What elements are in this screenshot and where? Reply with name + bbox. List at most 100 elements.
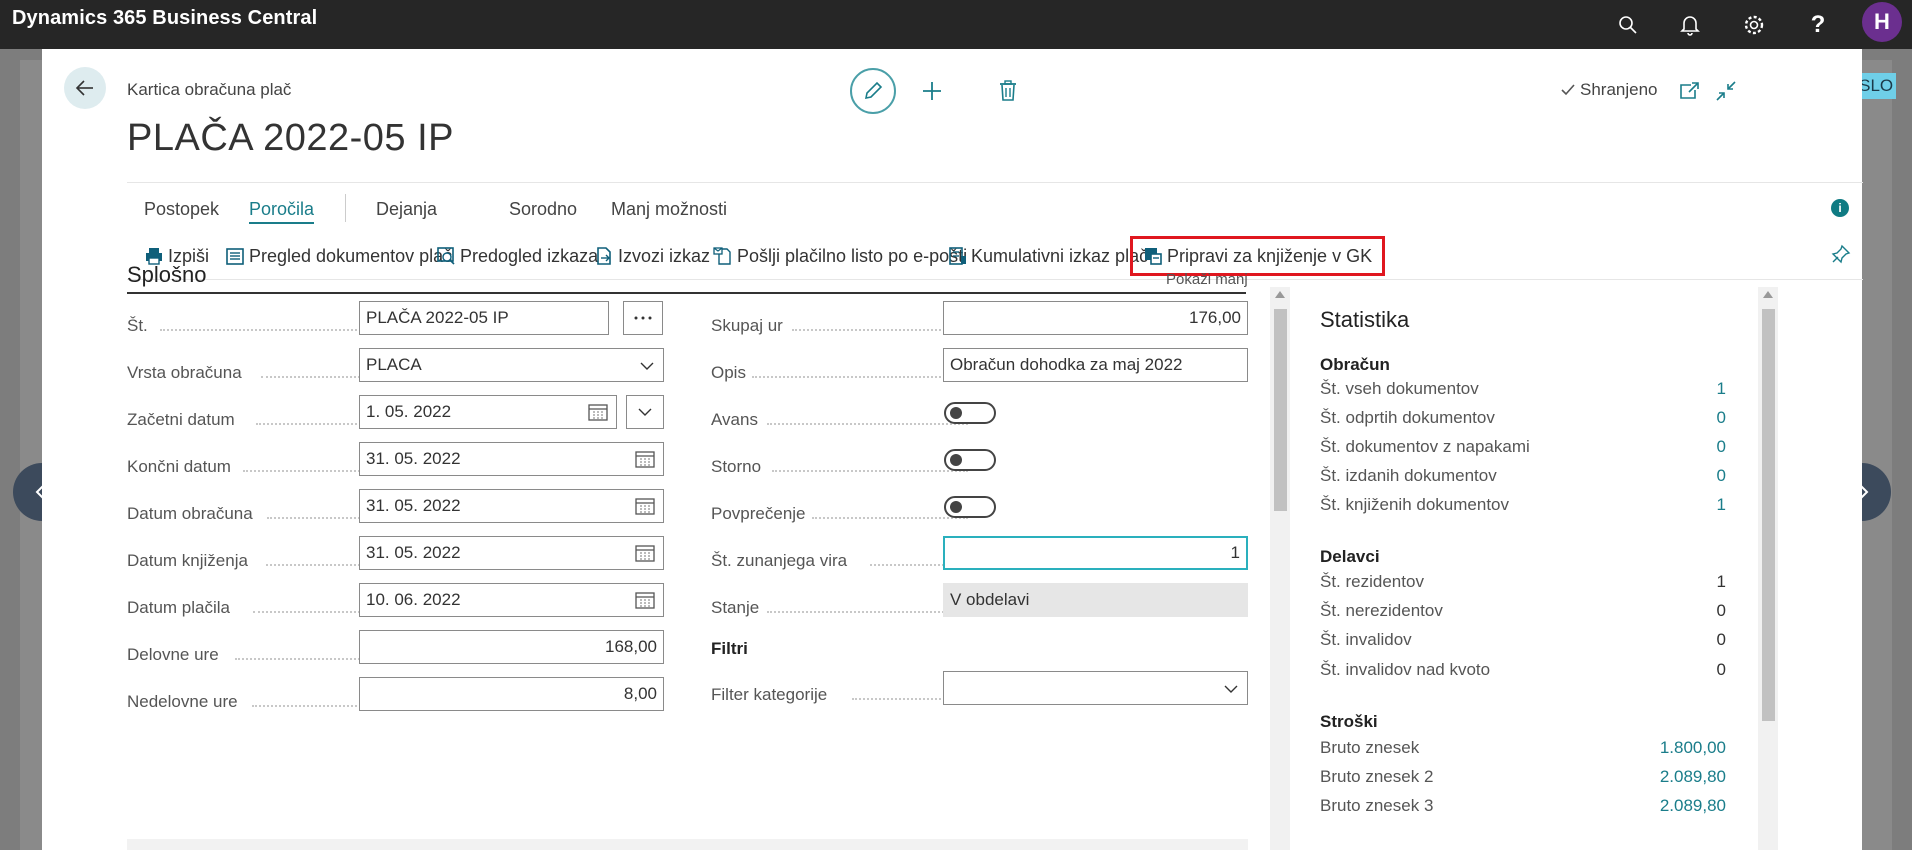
document-list-icon	[226, 248, 244, 265]
toggle-avans[interactable]	[944, 402, 996, 424]
email-icon	[713, 247, 731, 265]
report-icon	[949, 247, 966, 265]
payroll-documents-action[interactable]: Pregled dokumentov plač	[225, 240, 452, 272]
calendar-icon[interactable]	[588, 403, 608, 421]
info-icon[interactable]: i	[1831, 199, 1849, 217]
toggle-povprecenje[interactable]	[944, 496, 996, 518]
menu-postopek[interactable]: Postopek	[144, 199, 219, 220]
delete-button[interactable]	[991, 74, 1025, 108]
stat-value-link[interactable]: 2.089,80	[1660, 767, 1726, 787]
scrollbar-thumb[interactable]	[1274, 309, 1287, 511]
stat-label: Št. invalidov nad kvoto	[1320, 660, 1491, 679]
filters-title: Filtri	[711, 639, 748, 658]
label-stanje: Stanje	[711, 598, 760, 617]
stat-value-link[interactable]: 1	[1717, 379, 1726, 399]
search-icon[interactable]	[1611, 8, 1645, 42]
edit-button[interactable]	[850, 68, 896, 114]
open-new-window-button[interactable]	[1672, 74, 1706, 108]
field-st-zunanjega-vira[interactable]: 1	[943, 536, 1248, 570]
pencil-icon	[864, 81, 883, 100]
stat-row: Št. nerezidentov 0	[1320, 601, 1726, 621]
field-datum-obracuna-value: 31. 05. 2022	[366, 496, 461, 515]
label-leader	[792, 329, 968, 331]
field-datum-placila[interactable]: 10. 06. 2022	[359, 583, 664, 617]
stat-value-link[interactable]: 0	[1717, 437, 1726, 457]
stat-value-link[interactable]: 1.800,00	[1660, 738, 1726, 758]
email-payslip-action[interactable]: Pošlji plačilno listo po e-pošti	[713, 240, 967, 272]
field-nedelovne-ure[interactable]: 8,00	[359, 677, 664, 711]
checkmark-icon	[1561, 84, 1575, 96]
stat-value-link[interactable]: 2.089,80	[1660, 796, 1726, 816]
field-skupaj-ur[interactable]: 176,00	[943, 301, 1248, 335]
gear-icon[interactable]	[1737, 8, 1771, 42]
field-vrsta-obracuna[interactable]: PLACA	[359, 348, 664, 382]
group-obracun: Obračun	[1320, 355, 1390, 374]
field-filter-kategorije[interactable]	[943, 671, 1248, 705]
toggle-storno[interactable]	[944, 449, 996, 471]
stat-row: Bruto znesek 3 2.089,80	[1320, 796, 1726, 816]
field-datum-knjizenja-value: 31. 05. 2022	[366, 543, 461, 562]
menu-dejanja[interactable]: Dejanja	[376, 199, 437, 220]
date-dropdown-button[interactable]	[626, 395, 664, 429]
calendar-icon[interactable]	[635, 497, 655, 515]
menu-divider	[345, 194, 346, 222]
arrow-left-icon	[75, 80, 93, 96]
stat-row: Št. invalidov nad kvoto 0	[1320, 660, 1726, 680]
field-koncni-datum[interactable]: 31. 05. 2022	[359, 442, 664, 476]
stat-label: Št. vseh dokumentov	[1320, 379, 1479, 398]
lookup-button[interactable]	[623, 301, 663, 335]
label-leader	[752, 376, 968, 378]
ellipsis-icon	[634, 316, 652, 320]
collapse-button[interactable]	[1709, 74, 1743, 108]
field-zacetni-datum[interactable]: 1. 05. 2022	[359, 395, 617, 429]
scrollbar-thumb[interactable]	[1762, 309, 1775, 721]
stat-row: Št. izdanih dokumentov 0	[1320, 466, 1726, 486]
field-opis[interactable]: Obračun dohodka za maj 2022	[943, 348, 1248, 382]
field-st[interactable]: PLAČA 2022-05 IP	[359, 301, 609, 335]
calendar-icon[interactable]	[635, 450, 655, 468]
calendar-icon[interactable]	[635, 591, 655, 609]
factbox-scrollbar[interactable]	[1758, 287, 1778, 850]
bell-icon[interactable]	[1673, 8, 1707, 42]
menu-manj-moznosti[interactable]: Manj možnosti	[611, 199, 727, 220]
new-button[interactable]	[915, 74, 949, 108]
field-vrsta-obracuna-value: PLACA	[366, 355, 422, 374]
stat-value-link[interactable]: 1	[1717, 495, 1726, 515]
label-vrsta-obracuna: Vrsta obračuna	[127, 363, 242, 382]
menu-sorodno[interactable]: Sorodno	[509, 199, 577, 220]
pin-action-bar-button[interactable]	[1831, 244, 1851, 269]
factbox-title[interactable]: Statistika	[1320, 307, 1409, 333]
payroll-documents-label: Pregled dokumentov plač	[249, 245, 453, 266]
saved-label: Shranjeno	[1580, 80, 1658, 99]
app-title[interactable]: Dynamics 365 Business Central	[12, 7, 317, 30]
trash-icon	[1000, 80, 1016, 101]
post-icon	[1145, 248, 1162, 265]
help-icon[interactable]: ?	[1801, 8, 1835, 42]
prepare-gl-posting-action[interactable]: Pripravi za knjiženje v GK	[1130, 236, 1386, 276]
stat-value: 1	[1716, 572, 1726, 591]
collapse-icon	[1716, 81, 1736, 101]
page-title: PLAČA 2022-05 IP	[127, 117, 454, 159]
field-datum-knjizenja[interactable]: 31. 05. 2022	[359, 536, 664, 570]
export-statement-action[interactable]: Izvozi izkaz	[594, 240, 710, 272]
stat-row: Št. invalidov 0	[1320, 630, 1726, 650]
cumulative-statement-action[interactable]: Kumulativni izkaz plač	[947, 240, 1148, 272]
stat-value-link[interactable]: 0	[1717, 466, 1726, 486]
scroll-up-icon[interactable]	[1763, 291, 1773, 298]
back-button[interactable]	[64, 67, 106, 109]
field-delovne-ure[interactable]: 168,00	[359, 630, 664, 664]
avatar[interactable]: H	[1862, 2, 1902, 42]
preview-statement-action[interactable]: Predogled izkaza	[436, 240, 598, 272]
section-title-general[interactable]: Splošno	[127, 262, 207, 288]
stat-row: Bruto znesek 2 2.089,80	[1320, 767, 1726, 787]
field-datum-obracuna[interactable]: 31. 05. 2022	[359, 489, 664, 523]
scroll-up-icon[interactable]	[1275, 291, 1285, 298]
calendar-icon[interactable]	[635, 544, 655, 562]
main-scrollbar[interactable]	[1270, 287, 1290, 850]
stat-value: 0	[1716, 601, 1726, 620]
menu-porocila[interactable]: Poročila	[249, 199, 315, 224]
label-leader	[812, 517, 968, 519]
next-section-strip	[127, 839, 1248, 850]
show-less-link[interactable]: Pokaži manj	[1166, 271, 1248, 288]
stat-value-link[interactable]: 0	[1717, 408, 1726, 428]
